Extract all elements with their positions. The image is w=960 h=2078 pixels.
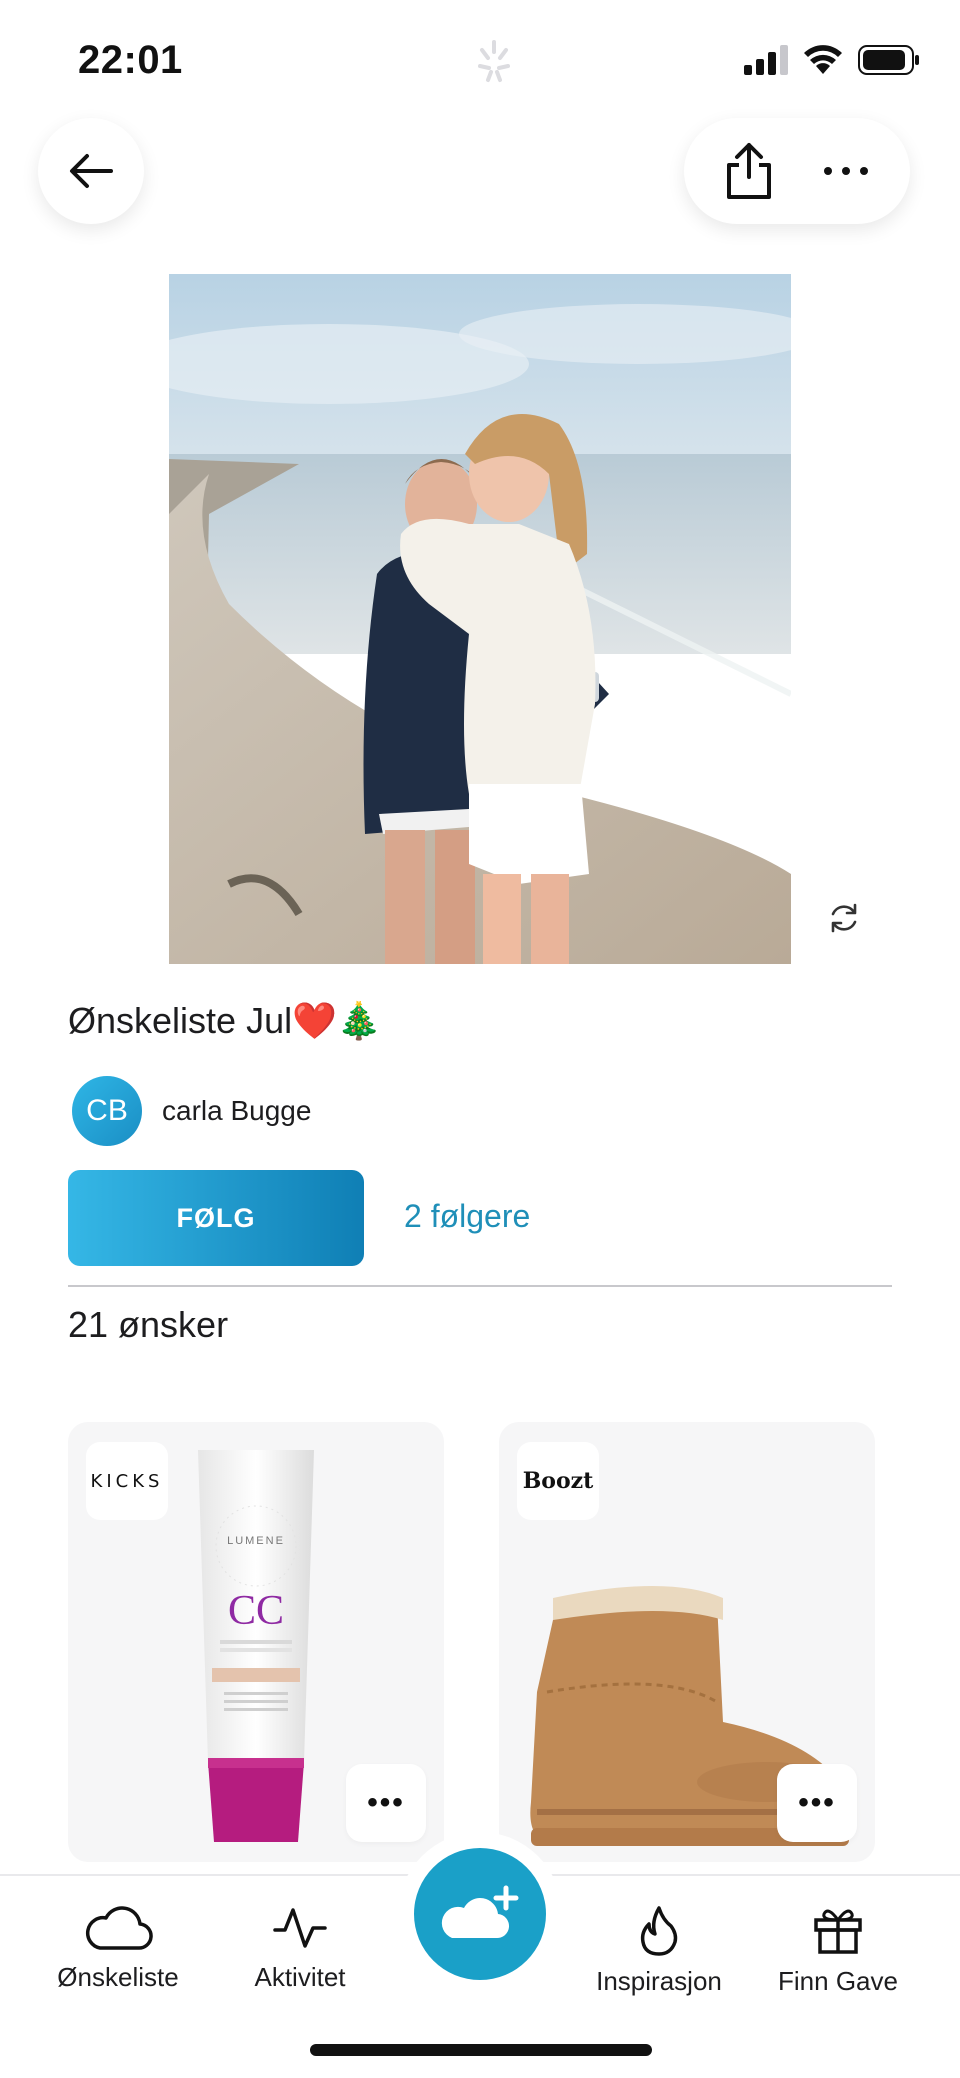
wishlist-title: Ønskeliste Jul❤️🎄 (68, 1000, 382, 1041)
tab-inspiration[interactable]: Inspirasjon (569, 1904, 749, 1997)
tab-label: Ønskeliste (57, 1962, 179, 1992)
status-bar: 22:01 (0, 0, 960, 110)
status-time: 22:01 (78, 38, 183, 82)
owner-name: carla Bugge (162, 1095, 312, 1126)
product-more-button[interactable]: ••• (777, 1764, 857, 1842)
refresh-icon[interactable] (826, 900, 862, 936)
more-horizontal-icon (823, 167, 868, 175)
followers-link[interactable]: 2 følgere (404, 1198, 530, 1235)
product-card[interactable]: Boozt ••• (499, 1422, 875, 1862)
wish-count: 21 ønsker (68, 1304, 229, 1345)
header-actions (684, 118, 910, 224)
gift-icon (814, 1909, 862, 1954)
loading-spinner-icon (478, 40, 510, 82)
flame-icon (640, 1906, 678, 1956)
wishlist-cover-photo (169, 274, 791, 964)
tab-label: Aktivitet (254, 1962, 346, 1992)
add-wish-button[interactable] (414, 1848, 546, 1980)
owner-profile[interactable]: CB carla Bugge (72, 1076, 311, 1146)
store-name: KICKS (90, 1470, 164, 1492)
activity-icon (273, 1908, 327, 1948)
more-options-button[interactable] (806, 131, 886, 211)
divider (68, 1285, 892, 1287)
tab-activity[interactable]: Aktivitet (210, 1904, 390, 1993)
tab-label: Finn Gave (778, 1966, 898, 1996)
store-badge-kicks: KICKS (86, 1442, 168, 1520)
battery-icon (858, 45, 919, 75)
product-card[interactable]: LUMENE CC KICKS ••• (68, 1422, 444, 1862)
cellular-signal-icon (744, 45, 788, 75)
tab-wishlist[interactable]: Ønskeliste (28, 1904, 208, 1993)
share-button[interactable] (709, 131, 789, 211)
store-badge-boozt: Boozt (517, 1442, 599, 1520)
avatar: CB (72, 1076, 142, 1146)
product-image-cc-cream: LUMENE CC (198, 1450, 314, 1842)
product-more-button[interactable]: ••• (346, 1764, 426, 1842)
beach-photo-illustration (169, 274, 791, 964)
arrow-left-icon (70, 154, 113, 188)
store-name: Boozt (522, 1468, 594, 1494)
wifi-icon (804, 45, 842, 74)
back-button[interactable] (38, 118, 144, 224)
tab-label: Inspirasjon (596, 1966, 722, 1996)
cloud-icon (86, 1906, 153, 1950)
product-label: CC (228, 1588, 284, 1634)
home-indicator (310, 2044, 652, 2056)
share-icon (726, 143, 771, 199)
product-brand: LUMENE (227, 1535, 285, 1547)
tab-find-gift[interactable]: Finn Gave (748, 1904, 928, 1997)
follow-button[interactable]: FØLG (68, 1170, 364, 1266)
cloud-plus-icon (441, 1885, 519, 1939)
status-indicators (744, 44, 920, 76)
